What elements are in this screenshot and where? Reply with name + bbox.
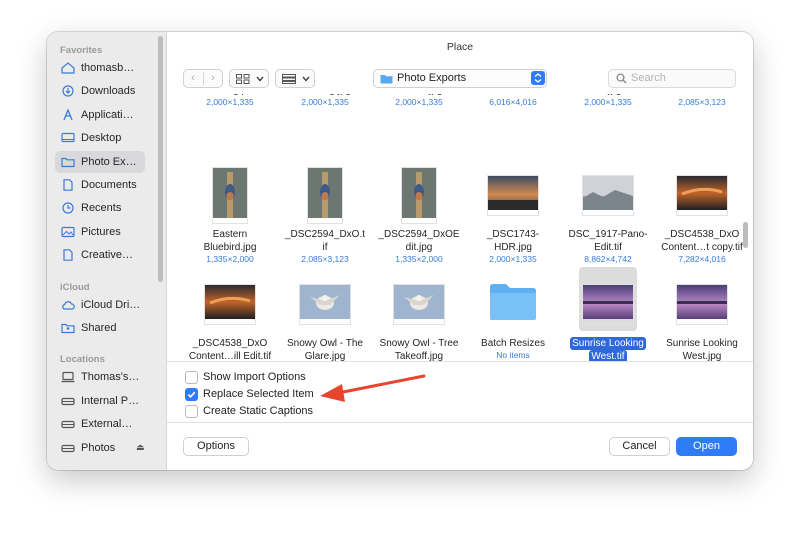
annotation-arrow [320, 374, 426, 402]
